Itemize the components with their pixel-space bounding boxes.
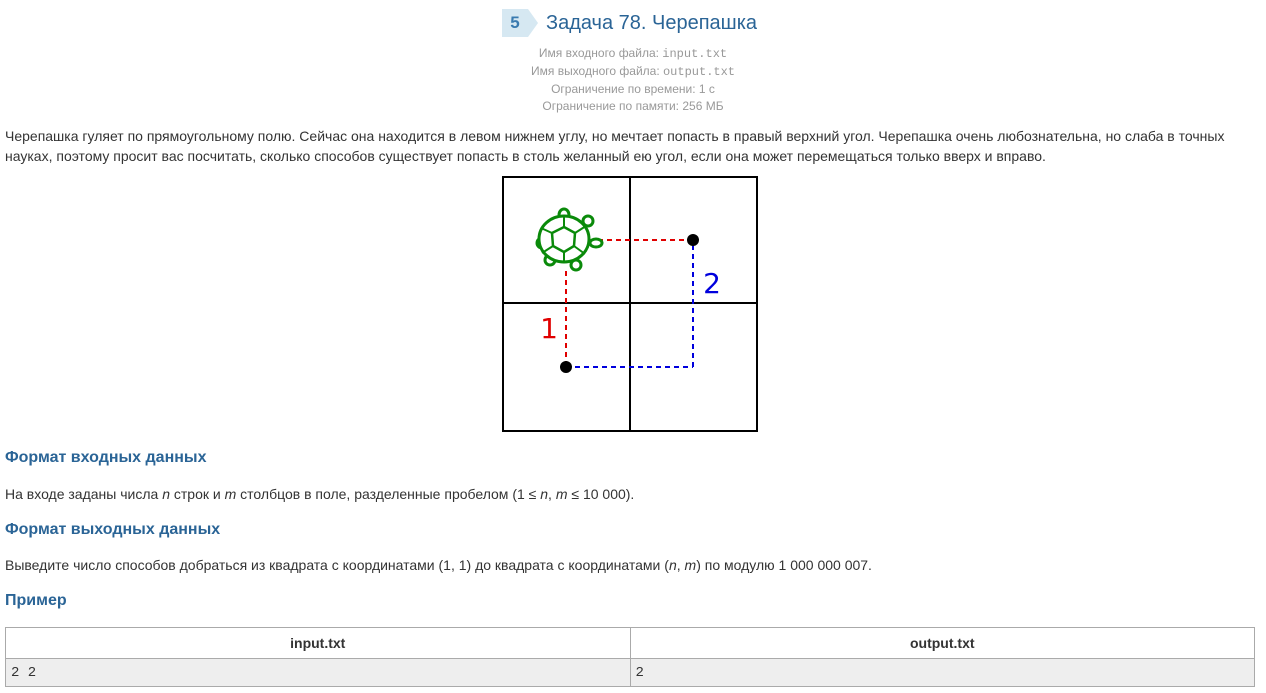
output-format-heading: Формат выходных данных bbox=[5, 521, 221, 538]
example-input-header: input.txt bbox=[5, 627, 631, 659]
grid-figure: 1 2 bbox=[502, 176, 758, 432]
time-limit: Ограничение по времени: 1 с bbox=[551, 82, 715, 96]
input-file-name: input.txt bbox=[662, 47, 728, 61]
example-output-value: 2 bbox=[629, 658, 1255, 687]
example-output-header: output.txt bbox=[629, 627, 1255, 659]
input-file-line: Имя входного файла: input.txt bbox=[538, 46, 728, 61]
input-format-text: На входе заданы числа n строк и m столбц… bbox=[5, 486, 635, 502]
table-row: 2 2 2 bbox=[5, 658, 1255, 687]
output-format-text: Выведите число способов добраться из ква… bbox=[5, 557, 872, 573]
example-input-value: 2 2 bbox=[5, 658, 631, 687]
problem-number-badge: 5 bbox=[502, 9, 538, 37]
example-table: input.txt output.txt 2 2 2 bbox=[5, 627, 1255, 687]
input-format-heading: Формат входных данных bbox=[5, 449, 207, 466]
start-point bbox=[560, 361, 572, 373]
problem-title: Задача 78. Черепашка bbox=[546, 12, 758, 34]
path-2-label: 2 bbox=[703, 267, 721, 300]
problem-limits: Имя входного файла: input.txt Имя выходн… bbox=[0, 45, 1266, 115]
problem-statement: Черепашка гуляет по прямоугольному полю.… bbox=[5, 128, 1225, 164]
output-file-name: output.txt bbox=[662, 65, 735, 79]
end-point bbox=[687, 234, 699, 246]
memory-limit: Ограничение по памяти: 256 МБ bbox=[542, 99, 724, 113]
example-heading: Пример bbox=[5, 592, 67, 609]
path-1-label: 1 bbox=[540, 312, 558, 345]
output-file-line: Имя выходного файла: output.txt bbox=[530, 64, 735, 79]
problem-header: 5 Задача 78. Черепашка bbox=[0, 6, 1266, 37]
example-header-row: input.txt output.txt bbox=[5, 627, 1255, 659]
